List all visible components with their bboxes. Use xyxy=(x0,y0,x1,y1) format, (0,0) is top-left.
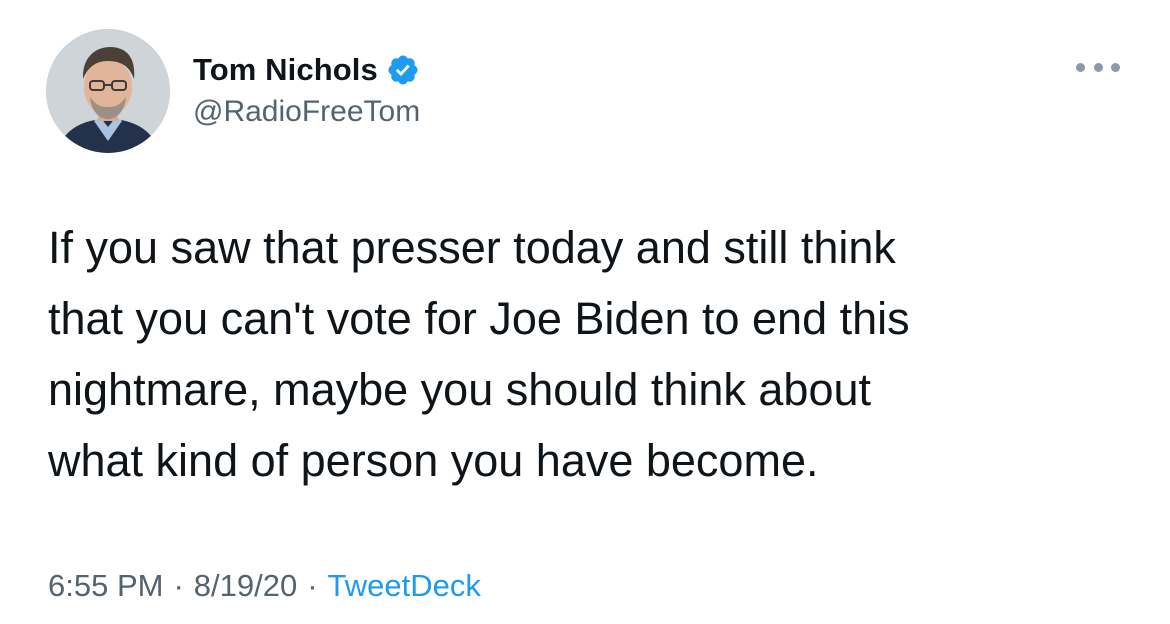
author-handle[interactable]: @RadioFreeTom xyxy=(193,95,420,129)
tweet-text-line: If you saw that presser today and still … xyxy=(48,222,896,273)
tweet-text-line: nightmare, maybe you should think about xyxy=(48,364,872,415)
author-display-name[interactable]: Tom Nichols xyxy=(193,52,378,88)
meta-separator: · xyxy=(173,568,184,603)
more-dot xyxy=(1111,62,1120,72)
more-options-icon[interactable] xyxy=(1076,55,1120,79)
tweet-text-line: what kind of person you have become. xyxy=(48,435,819,486)
avatar[interactable] xyxy=(46,29,170,153)
tweet-source-link[interactable]: TweetDeck xyxy=(328,568,481,604)
tweet-date[interactable]: 8/19/20 xyxy=(194,568,297,604)
tweet-text: If you saw that presser today and still … xyxy=(48,212,1138,496)
tweet-time[interactable]: 6:55 PM xyxy=(48,568,163,604)
tweet-text-line: that you can't vote for Joe Biden to end… xyxy=(48,293,910,344)
verified-badge-icon xyxy=(386,53,420,87)
more-dot xyxy=(1093,62,1103,72)
avatar-photo-icon xyxy=(46,29,170,153)
meta-separator: · xyxy=(307,568,318,603)
tweet-meta: 6:55 PM · 8/19/20 · TweetDeck xyxy=(48,568,481,604)
tweet-card: Tom Nichols @RadioFreeTom If you saw tha… xyxy=(0,0,1170,624)
author-name-row[interactable]: Tom Nichols xyxy=(193,50,420,90)
more-dot xyxy=(1076,62,1085,72)
